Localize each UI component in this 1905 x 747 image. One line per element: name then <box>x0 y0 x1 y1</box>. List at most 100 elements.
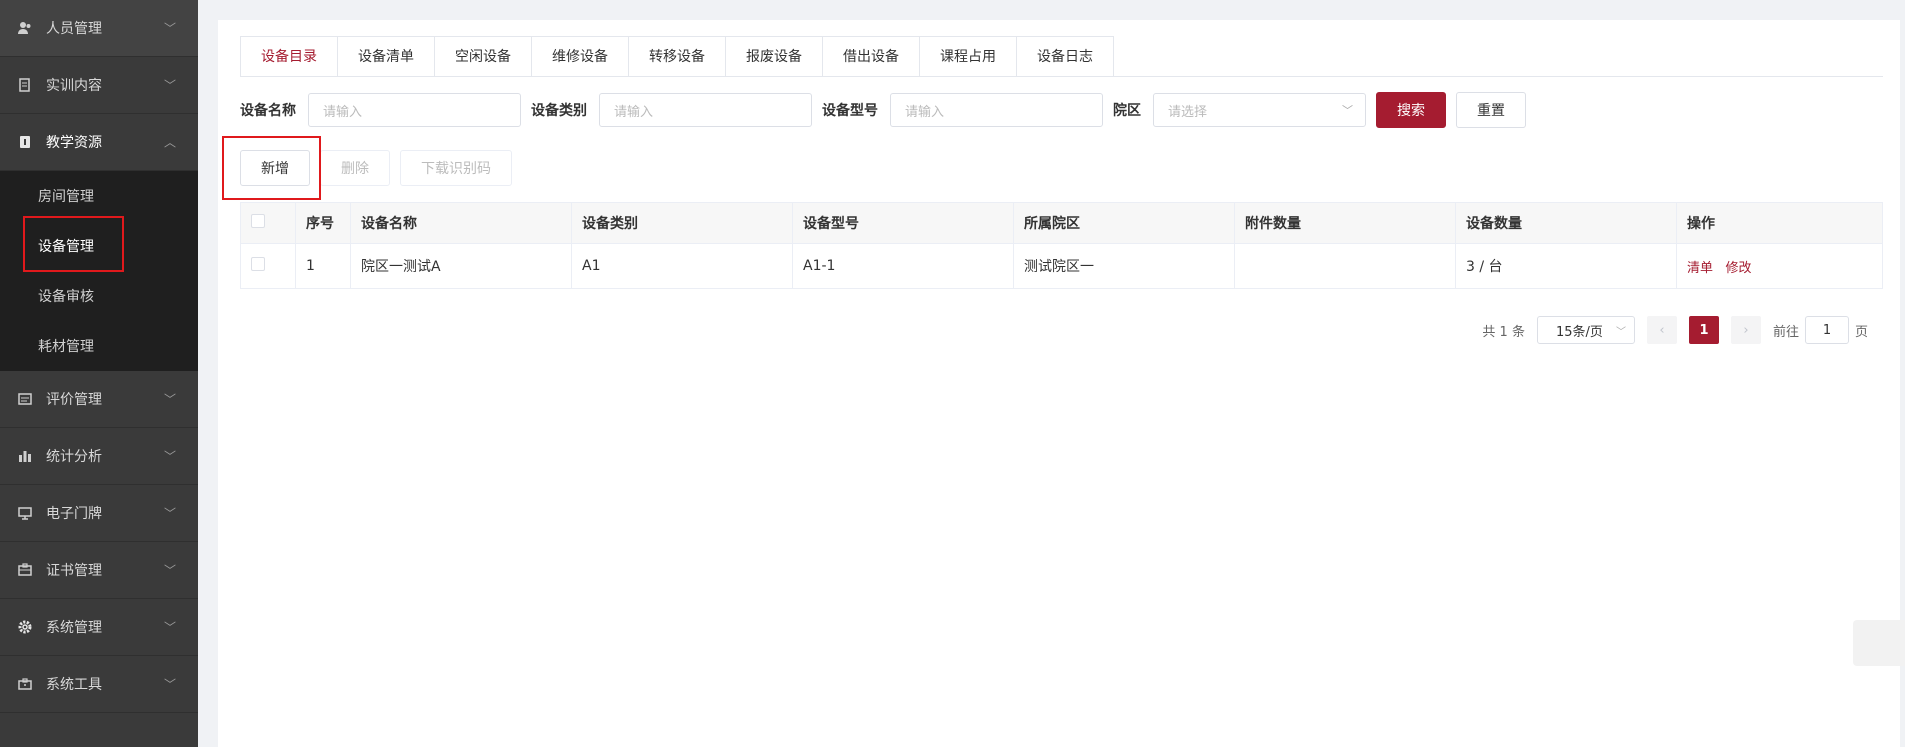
sidebar-item-label: 实训内容 <box>46 78 102 94</box>
monitor-icon <box>18 506 32 520</box>
chevron-down-icon: ﹀ <box>163 563 176 578</box>
goto-label: 前往 <box>1772 324 1799 340</box>
placeholder: 请输入 <box>323 104 363 120</box>
equipment-category-label: 设备类别 <box>531 103 587 119</box>
add-button[interactable]: 新增 <box>240 150 310 186</box>
equipment-table: 序号 设备名称 设备类别 设备型号 所属院区 附件数量 设备数量 操作 1 院区… <box>240 202 1883 289</box>
chevron-right-icon: › <box>1743 322 1749 338</box>
sidebar-subitem-equipment[interactable]: 设备管理 <box>0 221 198 271</box>
sidebar-item-personnel[interactable]: 人员管理 ﹀ <box>0 0 198 57</box>
sidebar-subitem-label: 房间管理 <box>38 189 94 205</box>
main-panel: 设备目录 设备清单 空闲设备 维修设备 转移设备 报废设备 借出设备 课程占用 … <box>218 20 1900 747</box>
col-header-model: 设备型号 <box>792 202 1014 244</box>
col-header-quantity: 设备数量 <box>1455 202 1677 244</box>
sidebar-item-label: 系统管理 <box>46 620 102 636</box>
tab-equipment-log[interactable]: 设备日志 <box>1017 37 1113 77</box>
edit-link[interactable]: 修改 <box>1725 261 1751 276</box>
sidebar: 人员管理 ﹀ 实训内容 ﹀ 教学资源 ︿ 房间管理 设备管理 设备审核 耗材管理… <box>0 0 198 747</box>
page-size-value: 15条/页 <box>1555 324 1603 340</box>
gear-icon <box>18 620 32 634</box>
tab-course-occupancy[interactable]: 课程占用 <box>920 37 1017 77</box>
equipment-name-input[interactable]: 请输入 <box>308 93 521 127</box>
tabs-divider <box>240 76 1883 77</box>
search-button[interactable]: 搜索 <box>1376 92 1446 128</box>
sidebar-item-label: 人员管理 <box>46 21 102 37</box>
bar-chart-icon <box>18 449 32 463</box>
equipment-model-input[interactable]: 请输入 <box>890 93 1103 127</box>
chevron-down-icon: ﹀ <box>163 392 176 407</box>
tab-transfer-equipment[interactable]: 转移设备 <box>629 37 726 77</box>
tab-bar: 设备目录 设备清单 空闲设备 维修设备 转移设备 报废设备 借出设备 课程占用 … <box>240 36 1114 77</box>
next-page-button[interactable]: › <box>1730 316 1761 344</box>
page-jump: 前往 1 页 <box>1773 316 1868 344</box>
certificate-icon <box>18 563 32 577</box>
pagination: 共 1 条 15条/页 ﹀ ‹ 1 › 前往 1 页 <box>1482 316 1868 344</box>
sidebar-item-doorplate[interactable]: 电子门牌 ﹀ <box>0 485 198 542</box>
sidebar-item-certificates[interactable]: 证书管理 ﹀ <box>0 542 198 599</box>
chevron-down-icon: ﹀ <box>163 21 176 36</box>
floating-side-widget[interactable] <box>1853 620 1905 666</box>
download-code-button[interactable]: 下载识别码 <box>400 150 512 186</box>
sidebar-item-label: 评价管理 <box>46 392 102 408</box>
sidebar-item-system-tools[interactable]: 系统工具 ﹀ <box>0 656 198 713</box>
equipment-model-label: 设备型号 <box>822 103 878 119</box>
col-header-name: 设备名称 <box>350 202 572 244</box>
select-all-checkbox[interactable] <box>251 214 265 228</box>
chevron-down-icon: ﹀ <box>163 620 176 635</box>
page-number-current[interactable]: 1 <box>1688 316 1719 344</box>
cell-category: A1 <box>571 243 793 289</box>
prev-page-button[interactable]: ‹ <box>1646 316 1677 344</box>
placeholder: 请输入 <box>614 104 654 120</box>
tab-idle-equipment[interactable]: 空闲设备 <box>435 37 532 77</box>
col-header-category: 设备类别 <box>571 202 793 244</box>
resource-icon <box>18 135 32 149</box>
evaluation-icon <box>18 392 32 406</box>
chevron-down-icon: ﹀ <box>1615 326 1626 338</box>
sidebar-item-system-management[interactable]: 系统管理 ﹀ <box>0 599 198 656</box>
sidebar-subitem-rooms[interactable]: 房间管理 <box>0 171 198 221</box>
cell-name: 院区一测试A <box>350 243 572 289</box>
sidebar-item-evaluation[interactable]: 评价管理 ﹀ <box>0 371 198 428</box>
row-checkbox[interactable] <box>251 257 265 271</box>
sidebar-subitem-equipment-review[interactable]: 设备审核 <box>0 271 198 321</box>
sidebar-item-statistics[interactable]: 统计分析 ﹀ <box>0 428 198 485</box>
delete-button[interactable]: 删除 <box>320 150 390 186</box>
cell-attachments <box>1234 243 1456 289</box>
row-select-cell <box>240 243 296 289</box>
cell-quantity: 3 / 台 <box>1455 243 1677 289</box>
sidebar-submenu: 房间管理 设备管理 设备审核 耗材管理 <box>0 171 198 371</box>
sidebar-subitem-consumables[interactable]: 耗材管理 <box>0 321 198 371</box>
col-header-attachments: 附件数量 <box>1234 202 1456 244</box>
page-unit-label: 页 <box>1854 324 1868 340</box>
chevron-up-icon: ︿ <box>163 135 176 150</box>
chevron-down-icon: ﹀ <box>1342 104 1353 117</box>
chevron-down-icon: ﹀ <box>163 449 176 464</box>
toolbox-icon <box>18 677 32 691</box>
campus-select[interactable]: 请选择 ﹀ <box>1153 93 1366 127</box>
select-all-cell <box>240 202 296 244</box>
tab-scrapped-equipment[interactable]: 报废设备 <box>726 37 823 77</box>
cell-actions: 清单 修改 <box>1676 243 1883 289</box>
tab-equipment-list[interactable]: 设备清单 <box>338 37 435 77</box>
list-link[interactable]: 清单 <box>1687 261 1713 276</box>
reset-button[interactable]: 重置 <box>1456 92 1526 128</box>
cell-model: A1-1 <box>792 243 1014 289</box>
goto-page-input[interactable]: 1 <box>1804 316 1849 344</box>
page-size-select[interactable]: 15条/页 ﹀ <box>1536 316 1635 344</box>
sidebar-subitem-label: 设备管理 <box>38 239 94 255</box>
equipment-category-input[interactable]: 请输入 <box>599 93 812 127</box>
tab-repair-equipment[interactable]: 维修设备 <box>532 37 629 77</box>
sidebar-item-label: 电子门牌 <box>46 506 102 522</box>
chevron-down-icon: ﹀ <box>163 78 176 93</box>
users-icon <box>18 21 32 35</box>
cell-campus: 测试院区一 <box>1013 243 1235 289</box>
sidebar-subitem-label: 耗材管理 <box>38 339 94 355</box>
col-header-actions: 操作 <box>1676 202 1883 244</box>
sidebar-item-teaching-resources[interactable]: 教学资源 ︿ <box>0 114 198 171</box>
placeholder: 请选择 <box>1168 104 1208 120</box>
sidebar-item-training[interactable]: 实训内容 ﹀ <box>0 57 198 114</box>
tab-equipment-catalog[interactable]: 设备目录 <box>241 37 338 77</box>
sidebar-item-label: 系统工具 <box>46 677 102 693</box>
tab-lent-equipment[interactable]: 借出设备 <box>823 37 920 77</box>
search-form: 设备名称 请输入 设备类别 请输入 设备型号 请输入 院区 请选择 ﹀ 搜索 重置 <box>240 92 1526 128</box>
